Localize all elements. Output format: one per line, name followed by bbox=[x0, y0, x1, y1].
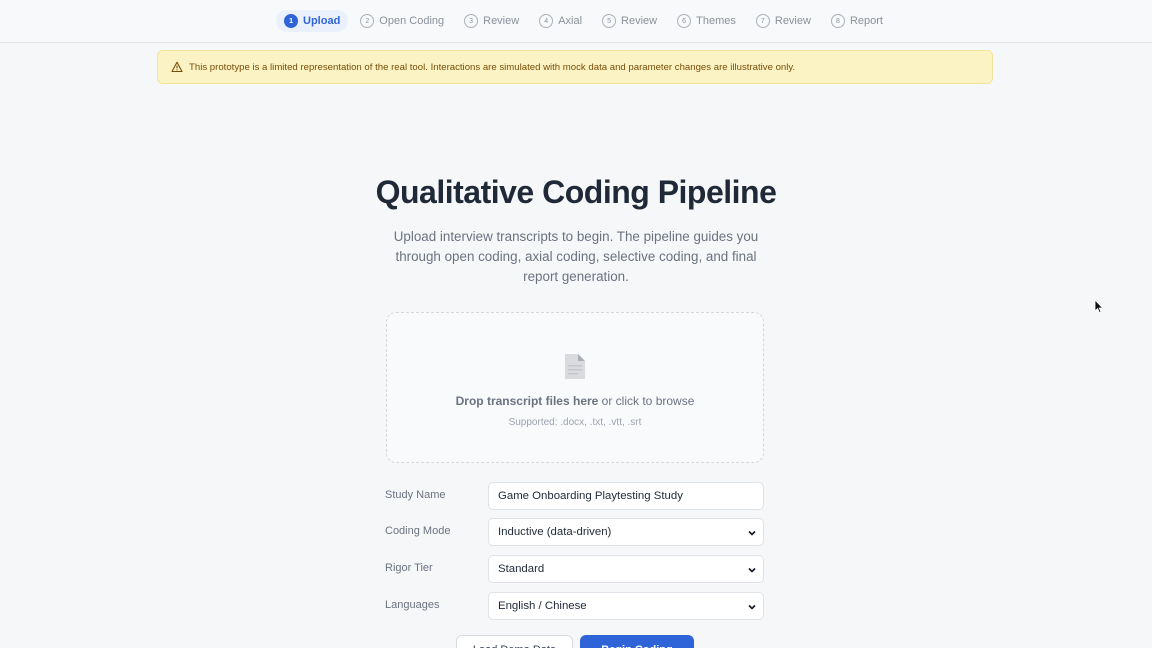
begin-coding-button[interactable]: Begin Coding bbox=[580, 635, 694, 648]
prototype-warning-banner: This prototype is a limited representati… bbox=[157, 50, 993, 84]
coding-mode-label: Coding Mode bbox=[385, 525, 451, 537]
step-number: 4 bbox=[539, 14, 554, 28]
step-label: Review bbox=[621, 15, 658, 27]
step-number: 3 bbox=[464, 14, 479, 28]
step-number: 2 bbox=[360, 14, 375, 28]
warning-triangle-icon bbox=[171, 61, 183, 73]
coding-mode-row: Coding Mode Inductive (data-driven) bbox=[385, 518, 765, 546]
languages-label: Languages bbox=[385, 599, 440, 611]
languages-value: English / Chinese bbox=[498, 600, 587, 612]
study-name-input[interactable]: Game Onboarding Playtesting Study bbox=[488, 482, 764, 510]
dropzone-rest-text: or click to browse bbox=[598, 394, 695, 408]
step-number: 6 bbox=[677, 14, 692, 28]
study-name-label: Study Name bbox=[385, 489, 446, 501]
step-upload[interactable]: 1 Upload bbox=[276, 10, 349, 32]
dropzone-strong-text: Drop transcript files here bbox=[455, 394, 599, 408]
step-label: Review bbox=[483, 15, 520, 27]
study-name-row: Study Name Game Onboarding Playtesting S… bbox=[385, 482, 765, 510]
rigor-tier-select[interactable]: Standard bbox=[488, 555, 764, 583]
mouse-cursor-icon bbox=[1094, 298, 1104, 314]
rigor-tier-value: Standard bbox=[498, 563, 545, 575]
dropzone-instructions: Drop transcript files here or click to b… bbox=[387, 394, 763, 408]
step-review-3[interactable]: 7 Review bbox=[748, 10, 819, 32]
chevron-down-icon bbox=[747, 528, 757, 538]
transcript-dropzone[interactable]: Drop transcript files here or click to b… bbox=[386, 312, 764, 463]
load-demo-data-button[interactable]: Load Demo Data bbox=[456, 635, 573, 648]
page-subtitle: Upload interview transcripts to begin. T… bbox=[393, 229, 759, 284]
step-open-coding[interactable]: 2 Open Coding bbox=[352, 10, 452, 32]
step-label: Open Coding bbox=[379, 15, 445, 27]
step-label: Themes bbox=[696, 15, 736, 27]
step-label: Report bbox=[849, 15, 883, 27]
banner-text: This prototype is a limited representati… bbox=[189, 61, 796, 73]
step-label: Review bbox=[774, 15, 811, 27]
step-review-2[interactable]: 5 Review bbox=[594, 10, 665, 32]
step-number: 5 bbox=[602, 14, 617, 28]
step-number: 1 bbox=[284, 14, 299, 28]
page-title: Qualitative Coding Pipeline bbox=[375, 174, 777, 210]
step-label: Upload bbox=[303, 15, 341, 27]
rigor-tier-label: Rigor Tier bbox=[385, 562, 433, 574]
step-label: Axial bbox=[558, 15, 583, 27]
step-axial[interactable]: 4 Axial bbox=[531, 10, 590, 32]
file-icon bbox=[564, 353, 586, 380]
step-number: 8 bbox=[830, 14, 845, 28]
step-review-1[interactable]: 3 Review bbox=[456, 10, 527, 32]
step-themes[interactable]: 6 Themes bbox=[669, 10, 744, 32]
step-report[interactable]: 8 Report bbox=[823, 10, 891, 32]
languages-row: Languages English / Chinese bbox=[385, 592, 765, 620]
coding-mode-select[interactable]: Inductive (data-driven) bbox=[488, 518, 764, 546]
rigor-tier-row: Rigor Tier Standard bbox=[385, 555, 765, 583]
languages-select[interactable]: English / Chinese bbox=[488, 592, 764, 620]
chevron-down-icon bbox=[747, 565, 757, 575]
coding-mode-value: Inductive (data-driven) bbox=[498, 526, 612, 538]
supported-formats: Supported: .docx, .txt, .vtt, .srt bbox=[508, 417, 642, 428]
chevron-down-icon bbox=[747, 602, 757, 612]
pipeline-stepper: 1 Upload 2 Open Coding 3 Review 4 Axial … bbox=[0, 0, 1152, 43]
step-number: 7 bbox=[755, 14, 770, 28]
